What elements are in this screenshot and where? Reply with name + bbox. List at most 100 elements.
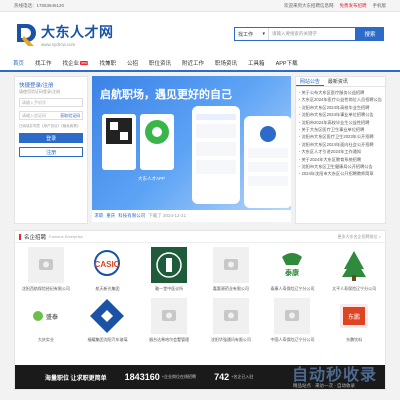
company-name: 福耀集团沈阳汽车玻璃 bbox=[87, 337, 128, 342]
jobs-count: 1843160 bbox=[124, 372, 160, 382]
jobs-label: +企业岗位在线招聘 bbox=[161, 374, 197, 379]
enterprise-card[interactable]: 嘉惠源药业有限公司 bbox=[204, 247, 258, 292]
code-field[interactable]: 请输入验证码 获取验证码 bbox=[19, 111, 84, 120]
welcome-text: 欢迎来到大东招聘信息网 bbox=[284, 2, 334, 8]
enterprise-title: 名企招聘 bbox=[24, 234, 47, 241]
company-name: 东鹏饮料 bbox=[346, 337, 363, 342]
company-logo-icon: CASIC bbox=[89, 247, 125, 283]
tab-latest-news[interactable]: 最新资讯 bbox=[324, 77, 352, 86]
nav-item-7[interactable]: 职场资讯 bbox=[215, 59, 237, 67]
enterprise-section: 名企招聘 Famous Enterprise 更多大东名企招聘岗位 > 沈阳西航… bbox=[14, 230, 386, 390]
nav-item-3[interactable]: 找兼职 bbox=[99, 59, 116, 67]
nav-item-9[interactable]: APP下载 bbox=[276, 59, 298, 67]
nav-item-2[interactable]: 找企业 new bbox=[63, 59, 89, 67]
logo-icon bbox=[14, 22, 38, 46]
svg-text:泰康: 泰康 bbox=[284, 268, 300, 277]
news-item[interactable]: 沈阳市大东区2024年事业单位招聘公告 bbox=[299, 111, 382, 118]
news-item[interactable]: 沈阳市大东区2024年高校毕业生招聘 bbox=[299, 104, 382, 111]
section-marker bbox=[19, 233, 21, 240]
caption-text: 科技有限公司 bbox=[118, 213, 146, 218]
enterprise-card[interactable]: 泰康泰康人寿保险辽宁分公司 bbox=[266, 247, 320, 292]
top-bar-links: 欢迎来到大东招聘信息网 免费发布招聘 手机版 bbox=[284, 3, 386, 9]
main-nav: 首页 找工作 找企业 new 找兼职 公招 职位资讯 附近工作 职场资讯 工具箱 APP下载 bbox=[0, 56, 400, 72]
news-item[interactable]: 沈阳市大东区卫生健康局公开招聘公告 bbox=[299, 163, 382, 170]
company-logo-icon bbox=[27, 247, 64, 283]
company-name: 大庆实业 bbox=[37, 337, 54, 342]
companies-count: 742 bbox=[214, 372, 230, 382]
nav-item-1[interactable]: 找工作 bbox=[35, 59, 52, 67]
company-logo-icon bbox=[212, 247, 249, 283]
search-input[interactable]: 请输入要搜索的关键字 bbox=[269, 28, 355, 40]
company-name: 嘉惠源药业有限公司 bbox=[212, 286, 249, 291]
company-logo-icon: 泰康 bbox=[274, 247, 310, 283]
enterprise-card[interactable]: 福耀集团沈阳汽车玻璃 bbox=[81, 298, 135, 343]
search-button[interactable]: 搜索 bbox=[356, 27, 384, 41]
banner: 启航职场，遇见更好的自己 大东人才APP 求职 重庆 科技有限公司 下载了 20… bbox=[92, 76, 291, 224]
caption-tag: 求职 bbox=[94, 213, 104, 218]
company-logo-icon bbox=[336, 247, 372, 283]
company-logo-icon bbox=[274, 298, 311, 334]
news-item[interactable]: 关于公布大东区医疗服务公益招聘 bbox=[299, 89, 382, 96]
tab-announcement[interactable]: 网站公告 bbox=[295, 77, 324, 86]
login-title: 快捷登录/注册 bbox=[19, 83, 54, 89]
enterprise-card[interactable]: 沈阳华强通讯有限公司 bbox=[204, 298, 258, 343]
news-item[interactable]: 关于大东区医疗卫生事业单位招聘 bbox=[299, 126, 382, 133]
enterprise-card[interactable]: 太平人寿保险辽宁分公司 bbox=[327, 247, 381, 292]
company-name: 鞍一堂中医诊所 bbox=[155, 286, 184, 291]
news-item[interactable]: 2024年沈阳市大东区公开招聘教师简章 bbox=[299, 170, 382, 177]
nav-item-5[interactable]: 职位资讯 bbox=[149, 59, 171, 67]
news-item[interactable]: 沈阳市大东区医疗卫生2023年公开招聘 bbox=[299, 133, 382, 140]
caption-date: 下载了 2024-12-21 bbox=[148, 213, 187, 218]
company-logo-icon: 东鹏 bbox=[336, 298, 372, 334]
svg-text:盛泰: 盛泰 bbox=[46, 313, 58, 321]
post-job-link[interactable]: 免费发布招聘 bbox=[340, 3, 367, 9]
company-logo-icon bbox=[151, 298, 188, 334]
company-name: 烟台达希哈尔会墅管理 bbox=[149, 337, 190, 342]
site-logo[interactable]: 大东人才网 www.sydrcw.com bbox=[14, 22, 124, 47]
agreement-text[interactable]: 已阅读并同意《用户协议》《隐私政策》 bbox=[19, 124, 83, 129]
nav-item-6[interactable]: 附近工作 bbox=[182, 59, 204, 67]
news-item[interactable]: 沈阳市大东区2024年面向社会公开招聘 bbox=[299, 141, 382, 148]
banner-image[interactable]: 启航职场，遇见更好的自己 大东人才APP bbox=[92, 76, 291, 210]
news-item[interactable]: 大东区人才引进2024年工作通知 bbox=[299, 148, 382, 155]
companies-label: +名企已入驻 bbox=[231, 374, 254, 379]
login-panel: 快捷登录/注册 请使用验证码登录/注册 请输入手机号 请输入验证码 获取验证码 … bbox=[14, 76, 89, 224]
search-bar: 找工作 ▾ 请输入要搜索的关键字 搜索 bbox=[234, 27, 384, 41]
news-item[interactable]: 沈阳市2024年高校毕业生公益性招聘 bbox=[299, 119, 382, 126]
company-logo-icon: 盛泰 bbox=[28, 298, 64, 334]
enterprise-card[interactable]: 烟台达希哈尔会墅管理 bbox=[142, 298, 196, 343]
header: 大东人才网 www.sydrcw.com 找工作 ▾ 请输入要搜索的关键字 搜索 bbox=[0, 12, 400, 56]
nav-item-0[interactable]: 首页 bbox=[13, 59, 24, 67]
mobile-link[interactable]: 手机版 bbox=[373, 3, 387, 9]
enterprise-more-link[interactable]: 更多大东名企招聘岗位 > bbox=[338, 234, 381, 240]
svg-text:东鹏: 东鹏 bbox=[348, 313, 360, 321]
register-button[interactable]: 注册 bbox=[19, 147, 84, 157]
phone-field[interactable]: 请输入手机号 bbox=[19, 98, 84, 107]
get-code-button[interactable]: 获取验证码 bbox=[60, 113, 80, 119]
company-name: 泰康人寿保险辽宁分公司 bbox=[270, 286, 315, 291]
search-type-select[interactable]: 找工作 ▾ bbox=[235, 28, 269, 40]
banner-caption: 求职 重庆 科技有限公司 下载了 2024-12-21 bbox=[92, 210, 291, 222]
enterprise-card[interactable]: CASIC 航天新光集团 bbox=[81, 247, 135, 292]
login-button[interactable]: 登录 bbox=[19, 133, 84, 143]
enterprise-card[interactable]: 鞍一堂中医诊所 bbox=[142, 247, 196, 292]
news-item[interactable]: 大东区2024年医疗公益性岗位人员招聘公告 bbox=[299, 96, 382, 103]
enterprise-card[interactable]: 中国人寿保险辽宁分公司 bbox=[266, 298, 320, 343]
enterprise-card[interactable]: 盛泰大庆实业 bbox=[19, 298, 73, 343]
enterprise-card[interactable]: 沈阳西航保险经纪有限公司 bbox=[19, 247, 73, 292]
enterprise-card[interactable]: 东鹏 东鹏饮料 bbox=[327, 298, 381, 343]
company-name: 沈阳西航保险经纪有限公司 bbox=[21, 286, 70, 291]
company-logo-icon bbox=[151, 247, 188, 283]
nav-item-8[interactable]: 工具箱 bbox=[248, 59, 265, 67]
company-name: 沈阳华强通讯有限公司 bbox=[210, 337, 251, 342]
nav-item-4[interactable]: 公招 bbox=[127, 59, 138, 67]
company-name: 航天新光集团 bbox=[95, 286, 120, 291]
enterprise-title-en: Famous Enterprise bbox=[49, 234, 83, 239]
hotline-text: 热线电话：17553645120 bbox=[14, 2, 65, 8]
new-badge: new bbox=[80, 61, 89, 65]
login-subtitle: 请使用验证码登录/注册 bbox=[19, 89, 61, 94]
company-name: 太平人寿保险辽宁分公司 bbox=[332, 286, 377, 291]
top-bar: 热线电话：17553645120 欢迎来到大东招聘信息网 免费发布招聘 手机版 bbox=[0, 0, 400, 12]
news-item[interactable]: 关于2024年大东区教育系统招聘 bbox=[299, 156, 382, 163]
chevron-down-icon: ▾ bbox=[262, 31, 265, 37]
